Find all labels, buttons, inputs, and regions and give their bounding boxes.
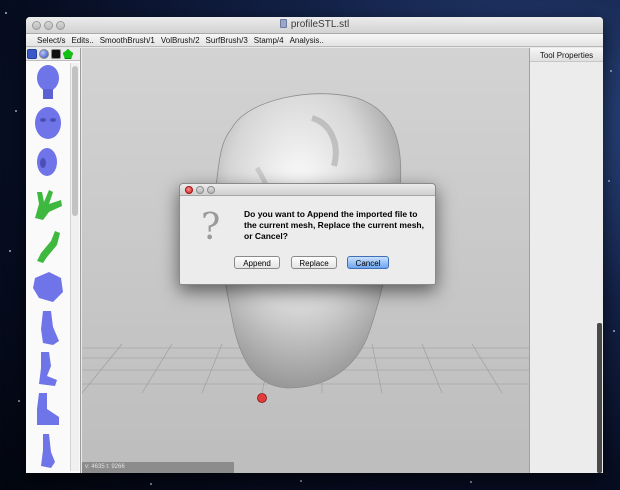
thumbnail-list: [29, 63, 69, 473]
menu-vol-brush[interactable]: VolBrush/2: [161, 36, 200, 45]
replace-button[interactable]: Replace: [291, 256, 337, 269]
append-button[interactable]: Append: [234, 256, 280, 269]
menu-surf-brush[interactable]: SurfBrush/3: [206, 36, 248, 45]
properties-scrollbar[interactable]: [597, 323, 602, 473]
sphere-icon[interactable]: [39, 49, 49, 59]
mesh-thumbnail-leg-2[interactable]: [29, 350, 67, 388]
cancel-button[interactable]: Cancel: [347, 256, 389, 269]
window-title: profileSTL.stl: [290, 19, 350, 30]
library-scrollbar-thumb[interactable]: [72, 66, 78, 216]
mesh-thumbnail-arm[interactable]: [29, 227, 67, 265]
mesh-thumbnail-face-mask[interactable]: [29, 104, 67, 142]
cube-icon[interactable]: [51, 49, 61, 59]
mesh-thumbnail-foot[interactable]: [29, 391, 67, 429]
dialog-close-button[interactable]: [185, 186, 193, 194]
mesh-thumbnail-leg-3[interactable]: [29, 432, 67, 470]
mesh-thumbnail-leg-1[interactable]: [29, 309, 67, 347]
question-icon: ?: [201, 207, 221, 248]
menu-analysis[interactable]: Analysis..: [290, 36, 324, 45]
mesh-thumbnail-torso[interactable]: [29, 268, 67, 306]
menu-select[interactable]: Select/s: [37, 36, 65, 45]
mesh-thumbnail-head-front[interactable]: [29, 63, 67, 101]
tool-properties-panel: Tool Properties: [529, 48, 603, 473]
status-bar: v: 4635 t: 9266: [82, 462, 234, 473]
tool-properties-header: Tool Properties: [530, 48, 603, 62]
mesh-thumbnail-hand[interactable]: [29, 186, 67, 224]
library-toolbar: [26, 48, 80, 61]
brush-cursor: [257, 393, 267, 403]
library-scrollbar[interactable]: [70, 63, 79, 471]
dialog-message: Do you want to Append the imported file …: [244, 209, 424, 241]
document-icon: [279, 19, 287, 28]
dialog-minimize-button[interactable]: [196, 186, 204, 194]
menu-stamp[interactable]: Stamp/4: [254, 36, 284, 45]
menu-bar: Select/s Edits.. SmoothBrush/1 VolBrush/…: [26, 34, 603, 47]
title-bar: profileSTL.stl: [26, 17, 603, 34]
menu-edits[interactable]: Edits..: [71, 36, 93, 45]
pentagon-icon[interactable]: [63, 49, 73, 59]
mesh-library-panel: [26, 48, 81, 473]
window-title-container: profileSTL.stl: [26, 19, 603, 30]
sculpt-tool-icon[interactable]: [27, 49, 37, 59]
mesh-thumbnail-head-side[interactable]: [29, 145, 67, 183]
menu-smooth-brush[interactable]: SmoothBrush/1: [100, 36, 155, 45]
import-dialog: ? Do you want to Append the imported fil…: [179, 183, 436, 285]
dialog-title-bar: [180, 184, 435, 196]
dialog-zoom-button[interactable]: [207, 186, 215, 194]
